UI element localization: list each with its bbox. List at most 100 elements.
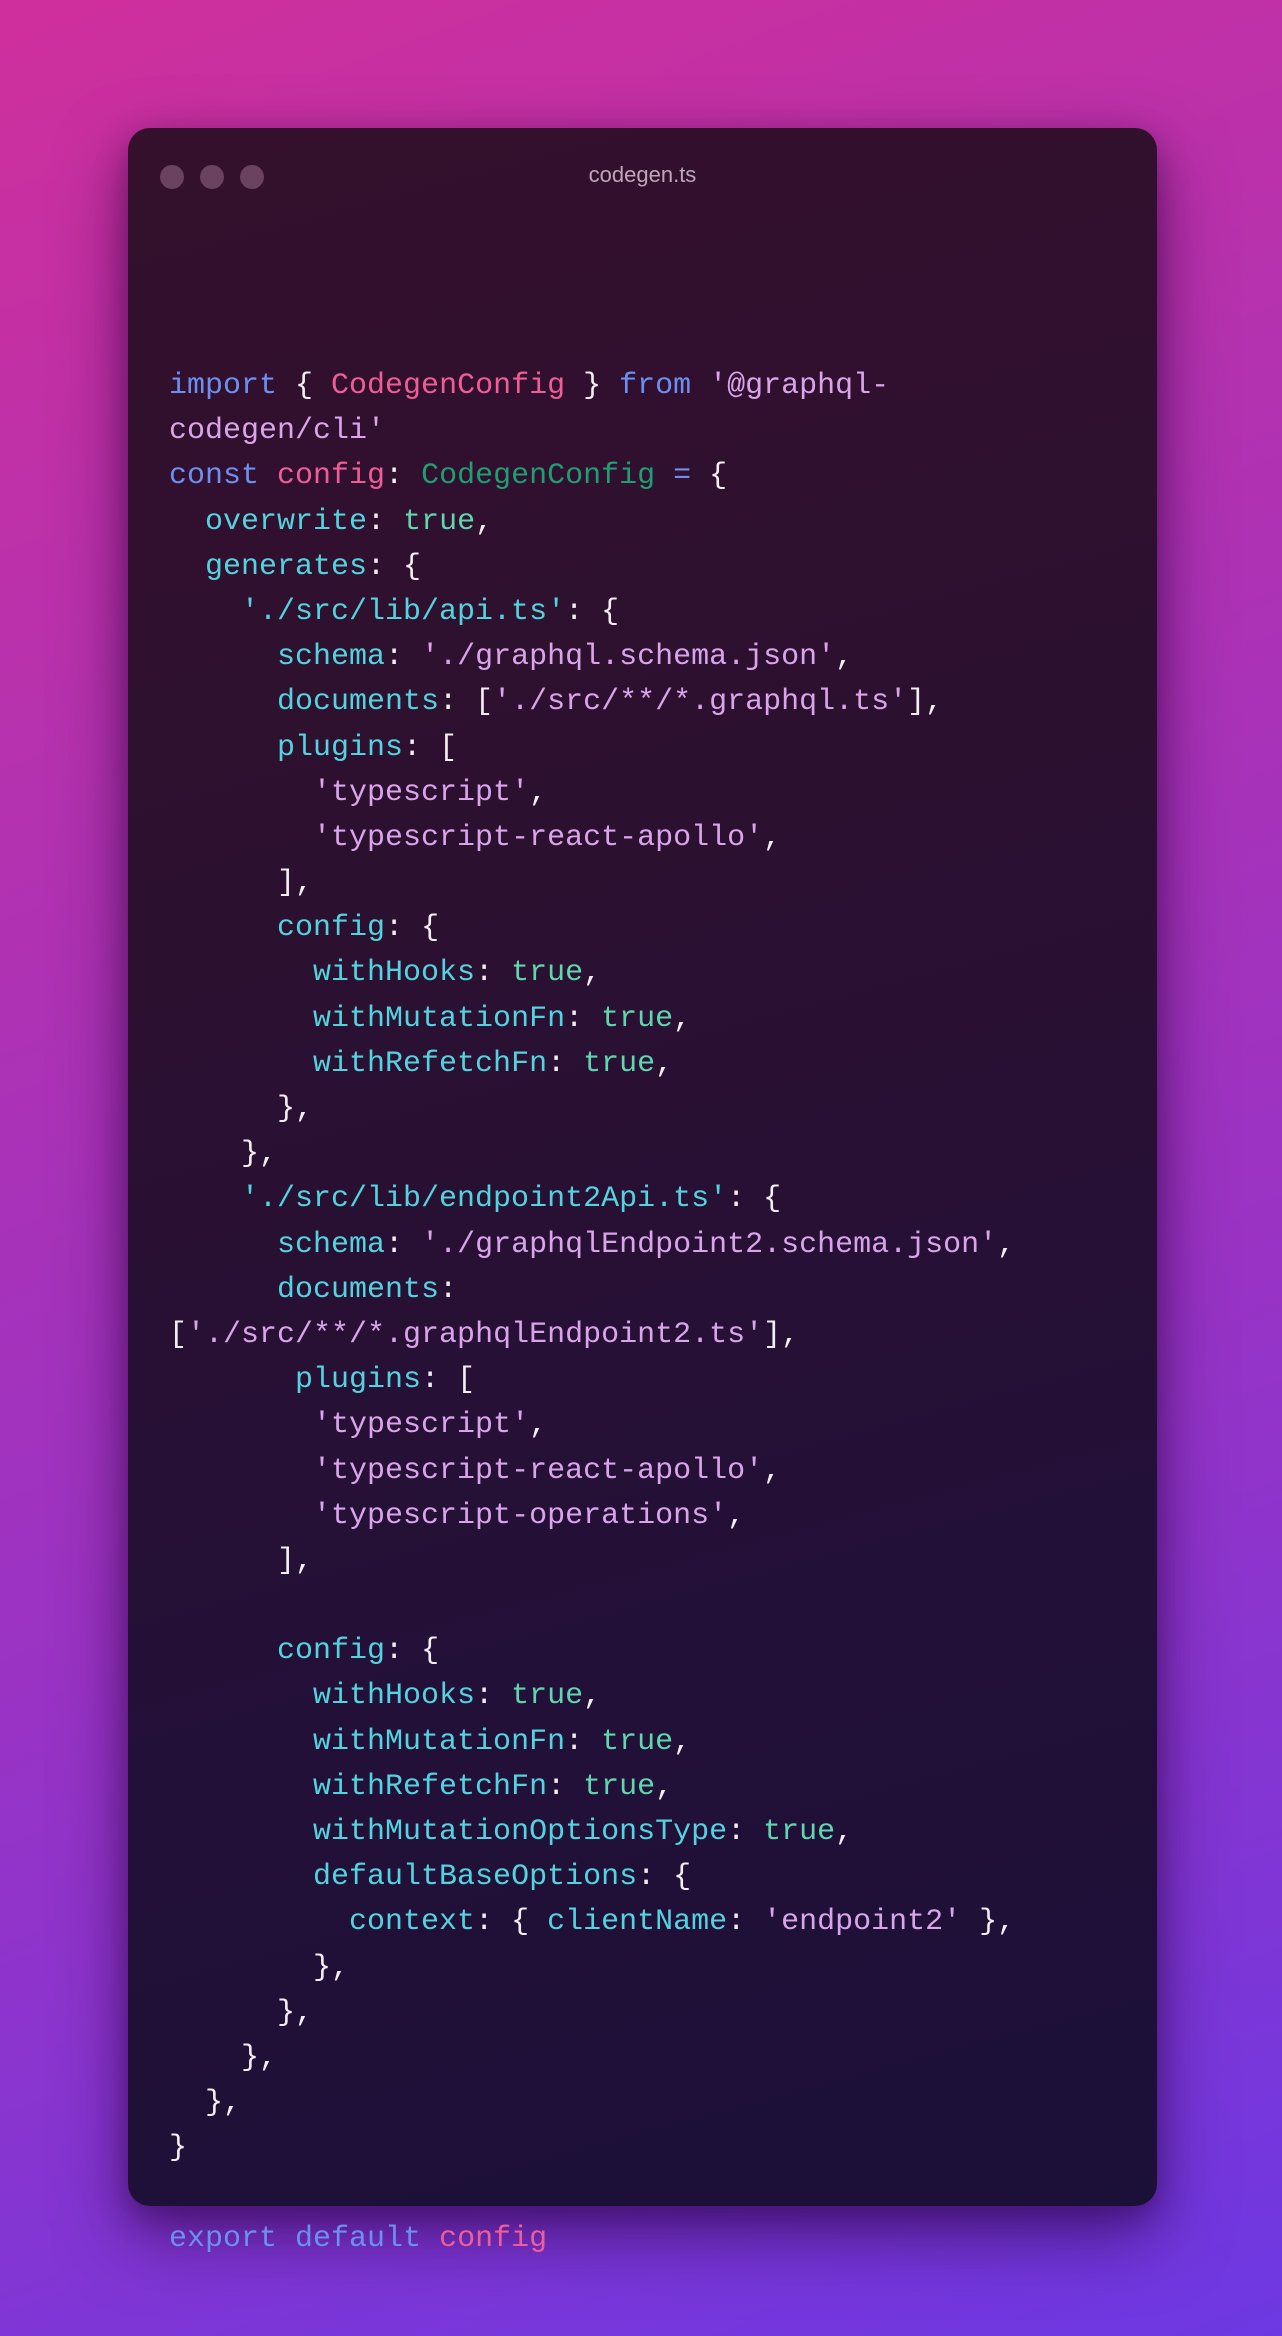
property-token: clientName xyxy=(547,1905,728,1940)
punctuation-token xyxy=(169,1182,241,1216)
punctuation-token: , xyxy=(997,1227,1016,1262)
punctuation-token xyxy=(169,911,277,945)
code-line: withRefetchFn: true, xyxy=(169,1042,1015,1087)
punctuation-token xyxy=(169,821,313,855)
code-line: }, xyxy=(169,1991,1015,2036)
punctuation-token: : xyxy=(565,1724,602,1759)
punctuation-token: ], xyxy=(763,1317,800,1352)
property-token: defaultBaseOptions xyxy=(313,1860,638,1895)
boolean-token: true xyxy=(511,1679,584,1714)
code-line: ['./src/**/*.graphqlEndpoint2.ts'], xyxy=(169,1313,1015,1358)
code-line: withHooks: true, xyxy=(169,1674,1015,1719)
code-line: generates: { xyxy=(169,545,1015,590)
punctuation-token xyxy=(169,1273,277,1307)
boolean-token: true xyxy=(601,1724,674,1759)
code-line: }, xyxy=(169,2036,1015,2081)
punctuation-token: ], xyxy=(169,1543,314,1578)
string-token: 'typescript' xyxy=(313,775,530,810)
punctuation-token: }, xyxy=(169,1092,314,1126)
property-token: overwrite xyxy=(205,504,368,539)
code-line: 'typescript-react-apollo', xyxy=(169,816,1015,861)
property-token: './src/lib/endpoint2Api.ts' xyxy=(241,1182,728,1217)
punctuation-token xyxy=(277,2222,295,2256)
code-line: ], xyxy=(169,861,1015,906)
code-line: ], xyxy=(169,1539,1015,1584)
code-line: 'typescript', xyxy=(169,1403,1015,1448)
string-token: './graphql.schema.json' xyxy=(421,640,836,675)
punctuation-token: : xyxy=(547,1046,584,1081)
code-line: codegen/cli' xyxy=(169,409,1015,454)
code-line: overwrite: true, xyxy=(169,500,1015,545)
punctuation-token xyxy=(691,369,709,403)
property-token: generates xyxy=(205,549,368,584)
code-line: 'typescript-react-apollo', xyxy=(169,1449,1015,1494)
code-line: plugins: [ xyxy=(169,1358,1015,1403)
punctuation-token: : xyxy=(385,459,422,494)
punctuation-token: : [ xyxy=(421,1363,476,1398)
punctuation-token xyxy=(169,1860,313,1894)
property-token: config xyxy=(277,911,386,946)
property-token: withMutationOptionsType xyxy=(313,1815,728,1849)
identifier-token: config xyxy=(277,459,386,494)
punctuation-token xyxy=(169,550,205,584)
punctuation-token xyxy=(169,1228,277,1262)
keyword-token: = xyxy=(673,459,692,494)
punctuation-token: : xyxy=(547,1769,584,1804)
punctuation-token xyxy=(169,1499,313,1533)
property-token: withHooks xyxy=(313,1679,476,1714)
punctuation-token: , xyxy=(475,504,494,539)
punctuation-token: : { xyxy=(367,549,422,584)
code-line: './src/lib/api.ts': { xyxy=(169,590,1015,635)
punctuation-token: : { xyxy=(637,1860,692,1895)
code-line: documents: xyxy=(169,1268,1015,1313)
string-token: '@graphql- xyxy=(709,369,890,403)
code-line: context: { clientName: 'endpoint2' }, xyxy=(169,1900,1015,1945)
punctuation-token: : xyxy=(475,956,512,991)
string-token: codegen/cli' xyxy=(169,414,386,449)
boolean-token: true xyxy=(583,1769,656,1804)
string-token: 'endpoint2' xyxy=(763,1905,962,1940)
punctuation-token: ], xyxy=(907,685,944,720)
punctuation-token xyxy=(169,1725,313,1759)
punctuation-token: }, xyxy=(169,2086,242,2121)
keyword-token: import xyxy=(169,369,278,403)
punctuation-token xyxy=(169,1363,295,1397)
punctuation-token: }, xyxy=(169,1950,350,1985)
property-token: documents xyxy=(277,1272,440,1307)
property-token: plugins xyxy=(277,730,404,765)
punctuation-token: : { xyxy=(565,594,620,629)
punctuation-token: : { xyxy=(385,1634,440,1669)
property-token: documents xyxy=(277,685,440,720)
code-line: withMutationFn: true, xyxy=(169,1720,1015,1765)
property-token: withHooks xyxy=(313,956,476,991)
code-line: withMutationFn: true, xyxy=(169,997,1015,1042)
punctuation-token: : xyxy=(727,1815,764,1849)
string-token: 'typescript-react-apollo' xyxy=(313,820,764,855)
punctuation-token xyxy=(421,2222,439,2256)
keyword-token: from xyxy=(619,369,692,403)
punctuation-token: : xyxy=(565,1001,602,1036)
punctuation-token xyxy=(169,1634,277,1668)
punctuation-token xyxy=(169,1047,313,1081)
keyword-token: default xyxy=(295,2221,422,2256)
punctuation-token xyxy=(259,459,277,493)
punctuation-token: }, xyxy=(169,1137,278,1172)
code-line: export default config xyxy=(169,2217,1015,2262)
punctuation-token: : xyxy=(385,640,422,675)
property-token: withRefetchFn xyxy=(313,1769,548,1804)
code-line: } xyxy=(169,2126,1015,2171)
punctuation-token: : xyxy=(475,1679,512,1714)
punctuation-token: : { xyxy=(727,1182,782,1217)
punctuation-token: : [ xyxy=(403,730,458,765)
keyword-token: export xyxy=(169,2221,278,2256)
property-token: withMutationFn xyxy=(313,1724,566,1759)
code-line: defaultBaseOptions: { xyxy=(169,1855,1015,1900)
punctuation-token: : { xyxy=(475,1905,548,1940)
punctuation-token xyxy=(169,731,277,765)
window-titlebar: codegen.ts xyxy=(128,128,1157,224)
code-line: }, xyxy=(169,1946,1015,1991)
code-line: schema: './graphqlEndpoint2.schema.json'… xyxy=(169,1223,1015,1268)
string-token: 'typescript-react-apollo' xyxy=(313,1453,764,1488)
